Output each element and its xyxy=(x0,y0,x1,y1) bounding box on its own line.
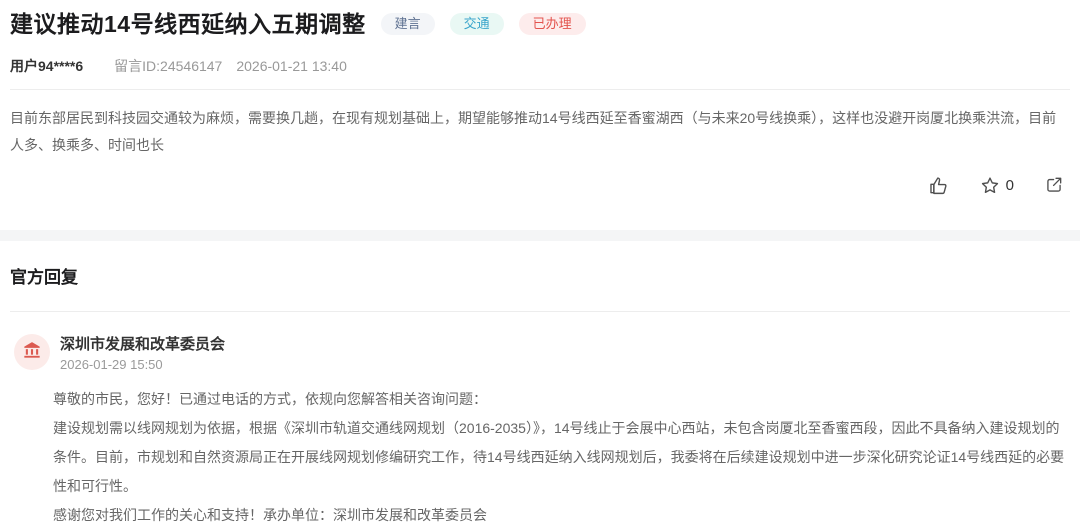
official-reply-heading: 官方回复 xyxy=(10,268,78,287)
share-button[interactable] xyxy=(1044,175,1064,195)
reply-section-divider xyxy=(10,311,1070,312)
status-badge-processed: 已办理 xyxy=(518,13,586,35)
post-title: 建议推动14号线西延纳入五期调整 xyxy=(10,11,366,37)
government-building-icon xyxy=(22,340,42,365)
post-meta: 用户94****6 留言ID:24546147 2026-01-21 13:40 xyxy=(10,56,1070,76)
reply-paragraph: 尊敬的市民，您好！已通过电话的方式，依规向您解答相关咨询问题： xyxy=(53,391,487,407)
post-content: 目前东部居民到科技园交通较为麻烦，需要换几趟，在现有规划基础上，期望能够推动14… xyxy=(10,110,1057,153)
post-author: 用户94****6 xyxy=(10,58,84,74)
reply-paragraph: 感谢您对我们工作的关心和支持！承办单位：深圳市发展和改革委员会 xyxy=(53,507,487,523)
message-id: 留言ID:24546147 xyxy=(114,58,223,74)
reply-header-text: 深圳市发展和改革委员会 2026-01-29 15:50 xyxy=(60,334,225,372)
tag-transport: 交通 xyxy=(449,13,504,35)
post-date: 2026-01-21 13:40 xyxy=(236,58,347,74)
favorite-button[interactable]: 0 xyxy=(979,175,1014,196)
thumbs-up-icon xyxy=(928,175,949,196)
post-card: 建议推动14号线西延纳入五期调整 建言 交通 已办理 用户94****6 留言I… xyxy=(0,0,1080,197)
post-title-row: 建议推动14号线西延纳入五期调整 建言 交通 已办理 xyxy=(10,9,1070,39)
post-header-divider xyxy=(10,89,1070,90)
post-actions: 0 xyxy=(10,173,1070,197)
agency-name: 深圳市发展和改革委员会 xyxy=(60,336,226,353)
tag-suggestion: 建言 xyxy=(380,13,435,35)
star-icon xyxy=(979,175,1001,196)
reply-date: 2026-01-29 15:50 xyxy=(60,357,163,372)
section-divider-band xyxy=(0,230,1080,241)
favorite-count: 0 xyxy=(1005,176,1014,194)
reply-item: 深圳市发展和改革委员会 2026-01-29 15:50 xyxy=(10,334,1070,372)
agency-avatar xyxy=(14,334,50,370)
share-icon xyxy=(1044,175,1064,195)
reply-body: 尊敬的市民，您好！已通过电话的方式，依规向您解答相关咨询问题： 建设规划需以线网… xyxy=(53,385,1070,525)
reply-paragraph: 建设规划需以线网规划为依据，根据《深圳市轨道交通线网规划（2016-2035）》… xyxy=(53,420,1065,494)
official-reply-section: 官方回复 深圳市发展和改革委员会 2026-01-29 15:50 尊敬的市民，… xyxy=(0,241,1080,525)
like-button[interactable] xyxy=(928,175,949,196)
